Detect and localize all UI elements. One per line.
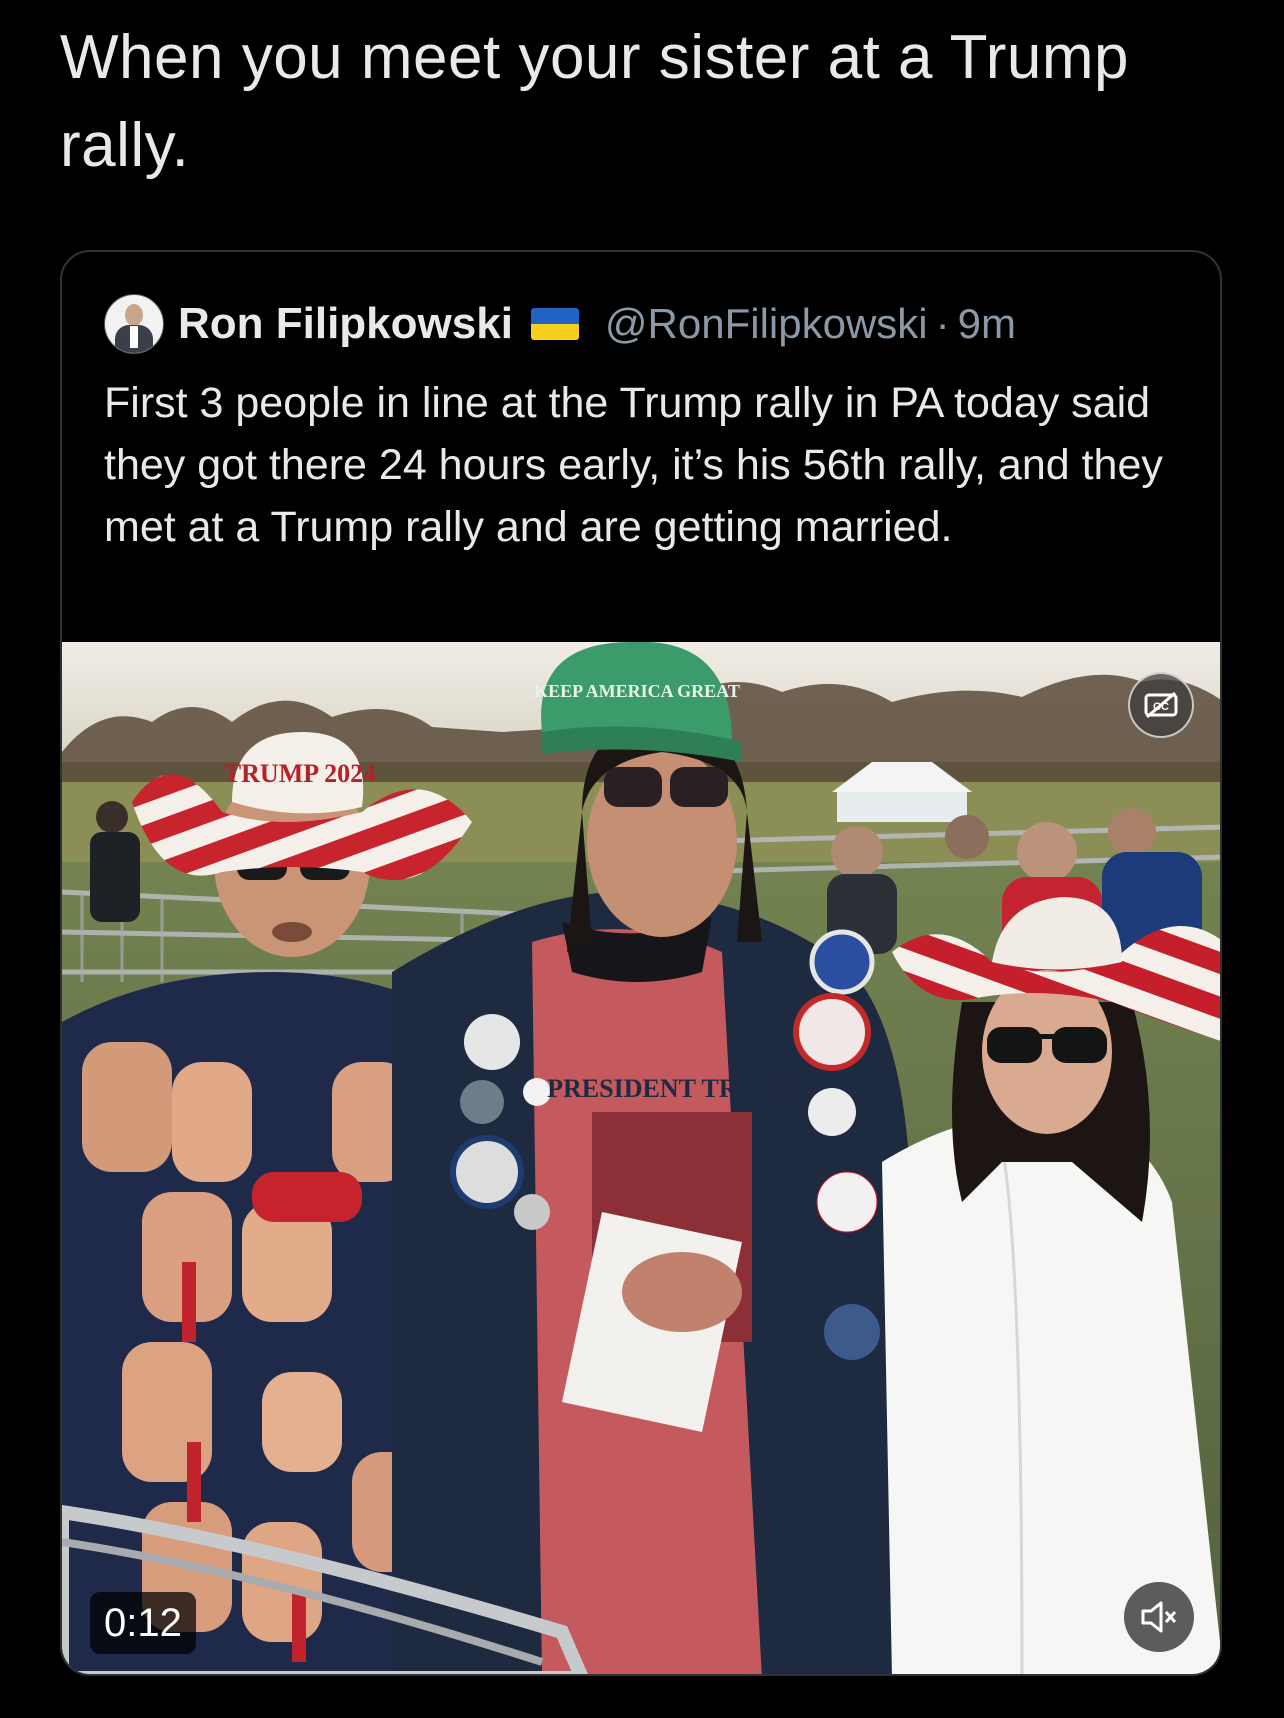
tweet-time[interactable]: 9m xyxy=(958,300,1016,348)
shirt-text: PRESIDENT TRUMP xyxy=(547,1074,797,1103)
volume-muted-icon xyxy=(1141,1601,1177,1633)
closed-captions-button[interactable]: CC xyxy=(1128,672,1194,738)
quoted-tweet-header: Ron Filipkowski @RonFilipkowski · 9m xyxy=(104,292,1016,356)
ukraine-flag-icon xyxy=(530,308,579,340)
quoted-tweet-text: First 3 people in line at the Trump rall… xyxy=(104,379,1163,551)
hat-text: TRUMP 2024 xyxy=(224,759,376,788)
quoted-tweet-card[interactable]: Ron Filipkowski @RonFilipkowski · 9m Fir… xyxy=(60,250,1222,1676)
author-name[interactable]: Ron Filipkowski xyxy=(178,299,513,349)
closed-captions-off-icon: CC xyxy=(1144,691,1178,719)
video-frame: TRUMP 2024 PRESIDENT TRUMP KEEP AMERICA … xyxy=(62,642,1220,1674)
video-timestamp: 0:12 xyxy=(90,1592,196,1654)
author-handle[interactable]: @RonFilipkowski xyxy=(605,300,928,348)
mute-button[interactable] xyxy=(1124,1582,1194,1652)
author-avatar[interactable] xyxy=(104,294,164,354)
cap-text: KEEP AMERICA GREAT xyxy=(534,681,740,701)
separator-dot: · xyxy=(935,300,950,347)
tweet-text: When you meet your sister at a Trump ral… xyxy=(60,23,1129,180)
video-player[interactable]: TRUMP 2024 PRESIDENT TRUMP KEEP AMERICA … xyxy=(62,642,1220,1674)
